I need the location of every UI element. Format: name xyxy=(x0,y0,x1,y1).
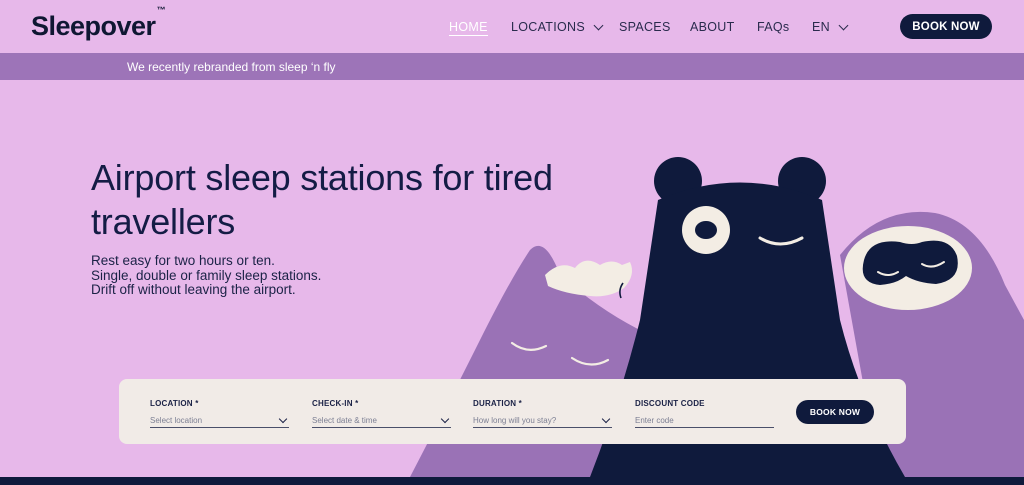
duration-label: DURATION * xyxy=(473,399,522,408)
duration-field: DURATION * How long will you stay? xyxy=(473,399,612,428)
sleep-mask-icon xyxy=(844,226,972,310)
duration-placeholder: How long will you stay? xyxy=(473,416,557,425)
discount-code-label: DISCOUNT CODE xyxy=(635,399,705,408)
nav-locations[interactable]: LOCATIONS xyxy=(511,20,604,34)
nav-faqs-label: FAQs xyxy=(757,20,790,34)
brand-logo-text: Sleepover xyxy=(31,11,156,41)
bottom-strip xyxy=(0,477,1024,485)
hero-subtitle-line: Drift off without leaving the airport. xyxy=(91,282,296,297)
booking-form: LOCATION * Select location CHECK-IN * Se… xyxy=(119,379,906,444)
chevron-down-icon xyxy=(593,20,604,30)
trademark-symbol: ™ xyxy=(156,5,166,15)
chevron-down-icon xyxy=(838,20,849,30)
hero-subtitle-line: Single, double or family sleep stations. xyxy=(91,267,322,283)
location-placeholder: Select location xyxy=(150,416,203,425)
rebrand-banner-text: We recently rebranded from sleep ‘n fly xyxy=(127,60,336,74)
chevron-down-icon xyxy=(440,414,450,423)
check-in-field: CHECK-IN * Select date & time xyxy=(312,399,451,428)
nav-spaces[interactable]: SPACES xyxy=(619,20,671,34)
hero-subtitle-line: Rest easy for two hours or ten. xyxy=(91,253,275,268)
hero-subtitle: Rest easy for two hours or ten. Single, … xyxy=(91,253,421,298)
nav-language[interactable]: EN xyxy=(812,20,849,34)
nav-about[interactable]: ABOUT xyxy=(690,20,735,34)
top-navigation: Sleepover™ HOME LOCATIONS SPACES ABOUT F… xyxy=(0,0,1024,53)
check-in-select[interactable]: Select date & time xyxy=(312,414,451,428)
location-field: LOCATION * Select location xyxy=(150,399,289,428)
check-in-label: CHECK-IN * xyxy=(312,399,359,408)
rebrand-banner: We recently rebranded from sleep ‘n fly xyxy=(0,53,1024,80)
location-label: LOCATION * xyxy=(150,399,199,408)
nav-spaces-label: SPACES xyxy=(619,20,671,34)
discount-code-input[interactable]: Enter code xyxy=(635,414,774,428)
hero-title: Airport sleep stations for tired travell… xyxy=(91,157,553,242)
discount-code-field: DISCOUNT CODE Enter code xyxy=(635,399,774,428)
nav-home[interactable]: HOME xyxy=(449,20,488,36)
nav-about-label: ABOUT xyxy=(690,20,735,34)
check-in-placeholder: Select date & time xyxy=(312,416,377,425)
nav-locations-label: LOCATIONS xyxy=(511,20,586,34)
duration-select[interactable]: How long will you stay? xyxy=(473,414,612,428)
brand-logo[interactable]: Sleepover™ xyxy=(31,5,166,42)
nav-faqs[interactable]: FAQs xyxy=(757,20,789,34)
book-now-button[interactable]: BOOK NOW xyxy=(900,14,992,39)
nav-home-label: HOME xyxy=(449,20,488,34)
location-select[interactable]: Select location xyxy=(150,414,289,428)
nav-language-label: EN xyxy=(812,20,830,34)
chevron-down-icon xyxy=(278,414,288,423)
cream-hair-tuft xyxy=(545,260,632,297)
discount-code-placeholder: Enter code xyxy=(635,416,674,425)
booking-submit-button[interactable]: BOOK NOW xyxy=(796,400,874,424)
chevron-down-icon xyxy=(601,414,611,423)
